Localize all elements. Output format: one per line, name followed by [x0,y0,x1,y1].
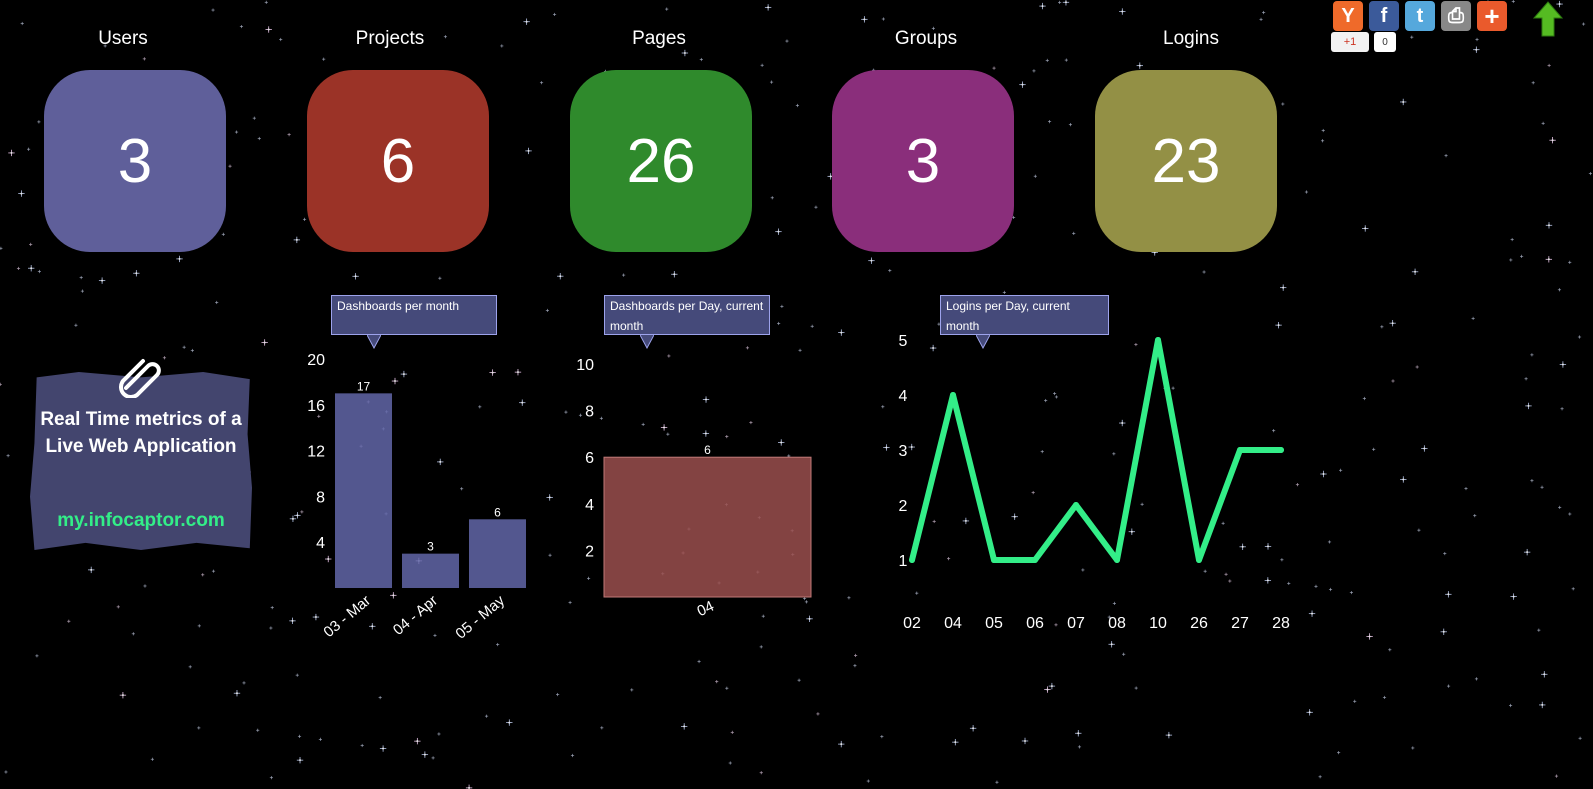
data-point[interactable] [1032,557,1038,563]
y-tick-label: 2 [899,498,908,515]
y-tick-label: 5 [899,333,908,350]
google-plus-button[interactable]: +1 [1331,32,1369,52]
data-point[interactable] [991,557,997,563]
data-point[interactable] [950,392,956,398]
chart-logins-per-day: 1 2 3 4 5 02 04 05 06 07 08 10 26 27 28 [899,333,1290,632]
data-point[interactable] [1278,447,1284,453]
yahoo-share-button[interactable]: Y [1333,1,1363,31]
more-share-button[interactable]: + [1477,1,1507,31]
x-tick-label: 02 [903,615,921,632]
data-point[interactable] [1237,447,1243,453]
y-tick-label: 1 [899,553,908,570]
data-point[interactable] [1114,557,1120,563]
x-tick-label: 08 [1108,615,1126,632]
google-plus-count: 0 [1374,32,1396,52]
up-arrow-icon[interactable] [1533,0,1563,38]
series-line[interactable] [909,337,1284,563]
data-point[interactable] [1155,337,1161,343]
y-tick-label: 4 [899,388,908,405]
y-tick-label: 3 [899,443,908,460]
twitter-share-button[interactable]: t [1405,1,1435,31]
x-tick-label: 06 [1026,615,1044,632]
x-tick-label: 27 [1231,615,1249,632]
x-tick-label: 07 [1067,615,1085,632]
x-tick-label: 26 [1190,615,1208,632]
data-point[interactable] [909,557,915,563]
x-tick-label: 28 [1272,615,1290,632]
x-tick-label: 05 [985,615,1003,632]
print-share-button[interactable]: ⎙ [1441,1,1471,31]
x-tick-label: 10 [1149,615,1167,632]
data-point[interactable] [1073,502,1079,508]
data-point[interactable] [1196,557,1202,563]
x-tick-label: 04 [944,615,962,632]
facebook-share-button[interactable]: f [1369,1,1399,31]
